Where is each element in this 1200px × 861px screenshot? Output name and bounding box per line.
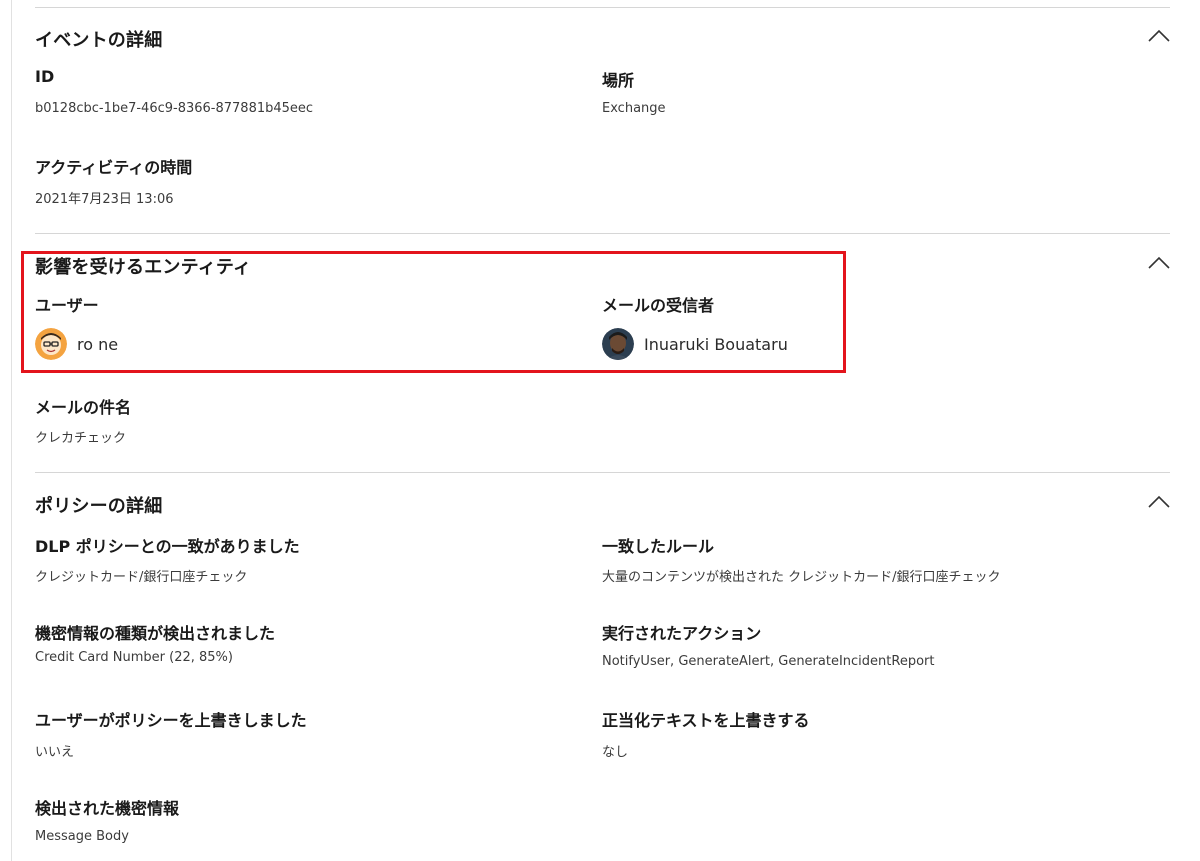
location-label: 場所	[602, 71, 635, 90]
event-details-heading: イベントの詳細	[35, 30, 163, 51]
sensitive-type-value: Credit Card Number (22, 85%)	[35, 650, 233, 665]
activity-time-label: アクティビティの時間	[35, 158, 193, 177]
section-divider	[35, 7, 1170, 8]
sensitive-type-label: 機密情報の種類が検出されました	[35, 624, 276, 643]
actions-value: NotifyUser, GenerateAlert, GenerateIncid…	[602, 654, 935, 669]
policy-details-collapse-button[interactable]	[1147, 492, 1171, 512]
subject-label: メールの件名	[35, 398, 132, 417]
actions-label: 実行されたアクション	[602, 624, 762, 643]
user-override-label: ユーザーがポリシーを上書きしました	[35, 711, 307, 730]
section-divider	[35, 472, 1170, 473]
matched-rule-label: 一致したルール	[602, 537, 715, 556]
dlp-match-value: クレジットカード/銀行口座チェック	[35, 570, 248, 585]
affected-entities-collapse-button[interactable]	[1147, 253, 1171, 273]
id-label: ID	[35, 67, 55, 86]
chevron-up-icon	[1148, 29, 1170, 42]
highlight-box	[21, 251, 846, 373]
justification-label: 正当化テキストを上書きする	[602, 711, 810, 730]
panel-left-border	[11, 0, 12, 861]
policy-details-heading: ポリシーの詳細	[35, 496, 163, 517]
dlp-match-label: DLP ポリシーとの一致がありました	[35, 537, 300, 556]
user-override-value: いいえ	[35, 745, 75, 760]
justification-value: なし	[602, 745, 629, 760]
chevron-up-icon	[1148, 256, 1170, 269]
subject-value: クレカチェック	[35, 431, 127, 446]
location-value: Exchange	[602, 101, 666, 116]
activity-time-value: 2021年7月23日 13:06	[35, 192, 174, 207]
event-details-collapse-button[interactable]	[1147, 26, 1171, 46]
detected-info-value: Message Body	[35, 829, 129, 844]
detected-info-label: 検出された機密情報	[35, 799, 180, 818]
chevron-up-icon	[1148, 495, 1170, 508]
id-value: b0128cbc-1be7-46c9-8366-877881b45eec	[35, 101, 314, 116]
section-divider	[35, 233, 1170, 234]
matched-rule-value: 大量のコンテンツが検出された クレジットカード/銀行口座チェック	[602, 570, 1001, 585]
